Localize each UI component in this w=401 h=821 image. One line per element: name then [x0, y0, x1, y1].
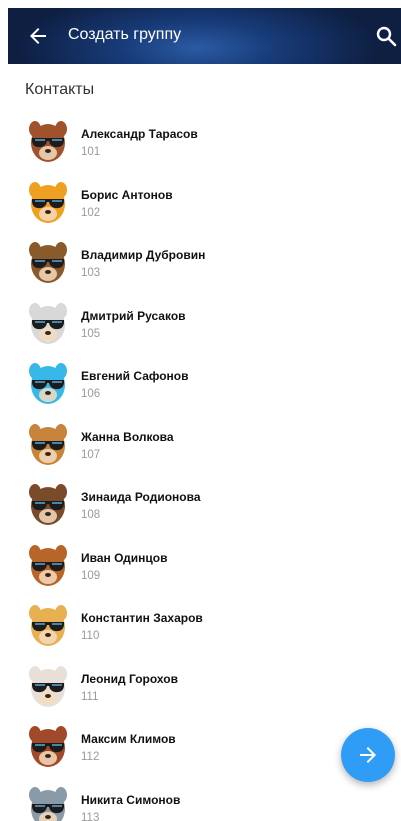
contact-extension: 101	[81, 146, 101, 158]
contact-list: Александр Тарасов 101 Борис Антонов 102 Влад…	[8, 118, 401, 821]
lion-avatar-icon	[29, 544, 67, 586]
screen: Создать группу Контакты Александр Тарасо…	[8, 8, 401, 821]
contact-name: Иван Одинцов	[81, 550, 168, 565]
contact-name: Жанна Волкова	[81, 429, 174, 444]
contact-row[interactable]: Евгений Сафонов 106	[8, 360, 401, 421]
contact-extension: 107	[81, 448, 101, 461]
contact-row[interactable]: Иван Одинцов 109	[8, 542, 401, 603]
contact-name: Леонид Горохов	[81, 671, 178, 686]
contact-name: Максим Климов	[81, 732, 176, 746]
contact-name: Евгений Сафонов	[81, 369, 189, 383]
contact-name: Александр Тарасов	[81, 127, 198, 141]
alien-avatar-icon	[29, 363, 67, 404]
contact-name: Зинаида Родионова	[81, 490, 201, 504]
contact-row[interactable]: Дмитрий Русаков 105	[8, 300, 401, 361]
bison-avatar-icon	[29, 484, 67, 525]
contact-row[interactable]: Никита Симонов 113	[8, 784, 401, 821]
cow-avatar-icon	[29, 302, 67, 344]
hedgehog-avatar-icon	[29, 242, 67, 283]
contact-name: Владимир Дубровин	[81, 248, 206, 262]
page-title: Создать группу	[68, 26, 182, 43]
contact-row[interactable]: Александр Тарасов 101	[8, 118, 401, 179]
contact-extension: 113	[81, 811, 100, 821]
contact-extension: 110	[81, 630, 100, 642]
next-button[interactable]	[341, 728, 395, 782]
contact-row[interactable]: Константин Захаров 110	[8, 602, 401, 663]
contact-name: Борис Антонов	[81, 187, 173, 202]
section-title: Контакты	[25, 81, 95, 98]
fox-avatar-icon	[29, 665, 67, 707]
cat-avatar-icon	[29, 181, 67, 223]
contact-name: Константин Захаров	[81, 611, 203, 625]
contact-extension: 103	[81, 267, 101, 279]
contact-name: Дмитрий Русаков	[81, 308, 186, 323]
contact-row[interactable]: Зинаида Родионова 108	[8, 481, 401, 542]
arrow-right-icon	[360, 747, 376, 763]
contact-row[interactable]: Леонид Горохов 111	[8, 663, 401, 724]
kangaroo-avatar-icon	[29, 423, 67, 465]
gorilla-avatar-icon	[29, 726, 67, 767]
contact-row[interactable]: Жанна Волкова 107	[8, 421, 401, 482]
contact-extension: 112	[81, 751, 100, 763]
elephant-avatar-icon	[29, 786, 67, 821]
contact-extension: 109	[81, 569, 101, 582]
monkey-avatar-icon	[29, 121, 67, 162]
app-bar: Создать группу	[8, 8, 401, 64]
contact-row[interactable]: Владимир Дубровин 103	[8, 239, 401, 300]
contact-row[interactable]: Борис Антонов 102	[8, 179, 401, 240]
contact-extension: 105	[81, 327, 101, 340]
contact-extension: 106	[81, 388, 101, 400]
contact-extension: 102	[81, 206, 101, 219]
search-icon[interactable]	[374, 24, 398, 48]
contact-extension: 111	[81, 690, 99, 703]
contact-extension: 108	[81, 509, 101, 521]
meerkat-avatar-icon	[29, 605, 67, 646]
contact-name: Никита Симонов	[81, 792, 181, 807]
arrow-left-icon[interactable]	[26, 24, 50, 48]
